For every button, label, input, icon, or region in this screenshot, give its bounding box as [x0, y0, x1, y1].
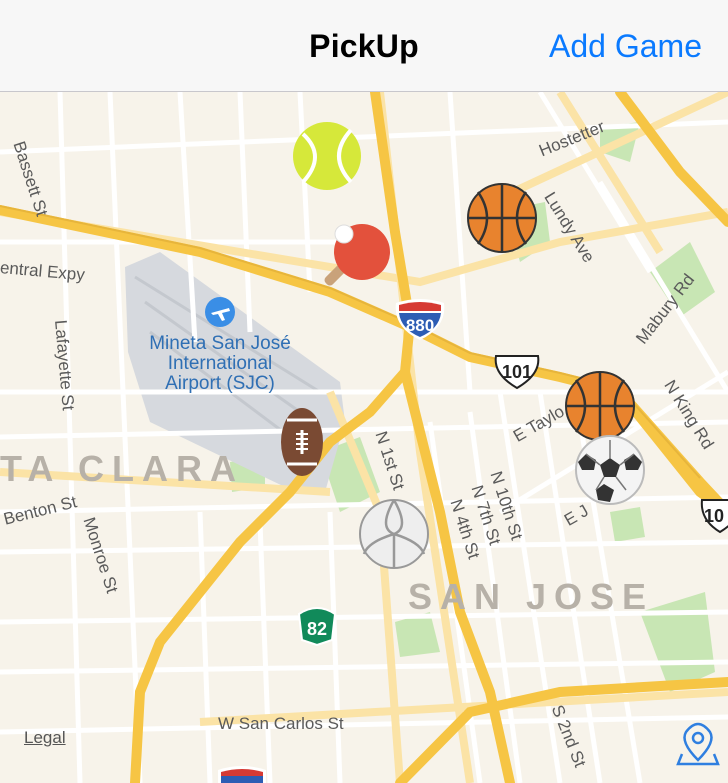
city-label: SAN JOSE — [408, 576, 655, 617]
add-game-button[interactable]: Add Game — [549, 28, 702, 65]
interstate-shield-icon: 880 — [393, 297, 447, 341]
us101-number: 101 — [502, 362, 532, 382]
sr82-number: 82 — [307, 619, 327, 639]
legal-link[interactable]: Legal — [24, 728, 66, 748]
ping-pong-paddle-icon[interactable] — [318, 220, 394, 296]
tennis-ball-icon[interactable] — [291, 120, 363, 192]
city-label: TA CLARA — [0, 448, 244, 489]
navigation-bar: PickUp Add Game — [0, 0, 728, 92]
airport-icon — [204, 296, 236, 328]
user-location-button[interactable] — [676, 720, 720, 766]
basketball-icon[interactable] — [466, 182, 538, 254]
i880-number: 880 — [406, 316, 434, 335]
us-route-shield-icon: 10 — [700, 498, 728, 534]
volleyball-icon[interactable] — [358, 498, 430, 570]
map-view[interactable]: Bassett St Hostetter Lundy Ave entral Ex… — [0, 92, 728, 783]
us101-right-number: 10 — [704, 506, 724, 526]
interstate-shield-icon — [216, 764, 268, 783]
airport-label: Mineta San José International Airport (S… — [149, 333, 291, 394]
state-route-shield-icon: 82 — [296, 606, 338, 646]
soccer-ball-icon[interactable] — [574, 434, 646, 506]
basketball-icon[interactable] — [564, 370, 636, 442]
street-label: W San Carlos St — [218, 714, 344, 733]
us-route-shield-icon: 101 — [492, 354, 542, 390]
football-icon[interactable] — [279, 406, 325, 478]
location-pin-icon — [676, 722, 720, 766]
